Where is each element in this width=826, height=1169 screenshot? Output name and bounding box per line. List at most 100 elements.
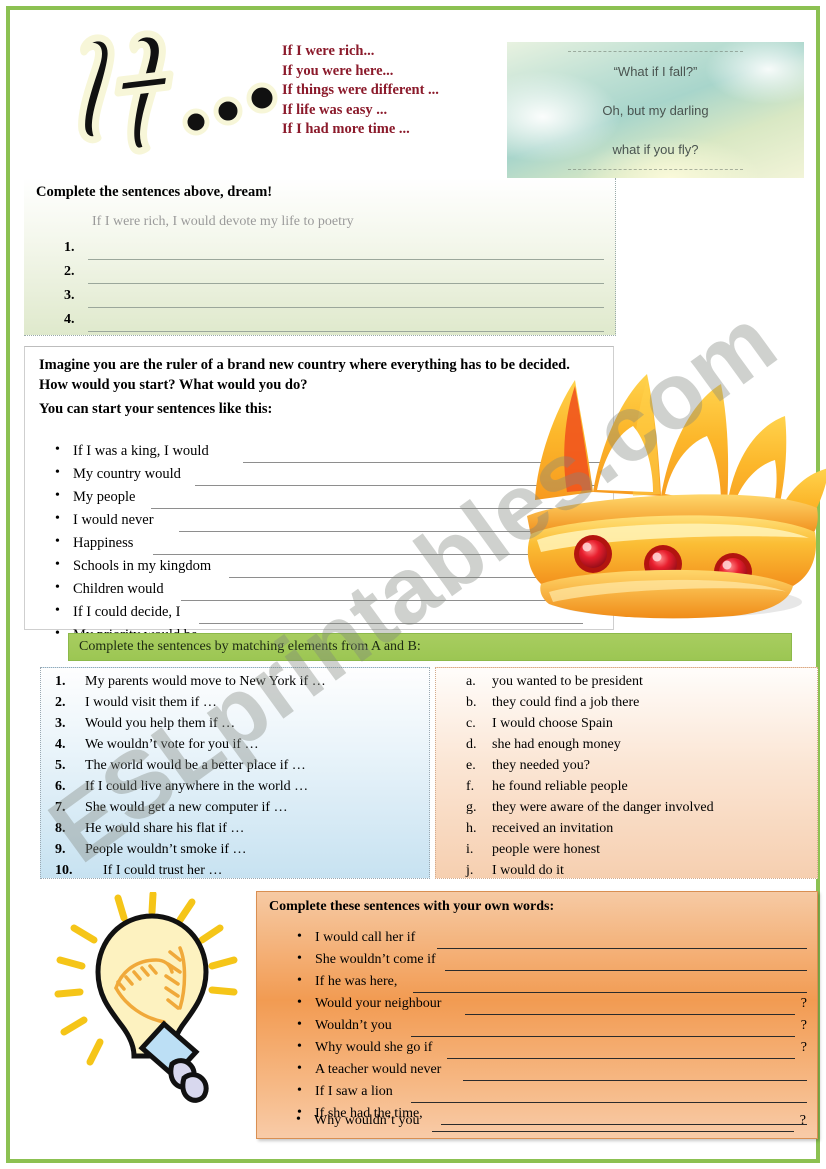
write-rule[interactable] (463, 1079, 807, 1081)
row-key: 4. (55, 737, 66, 752)
write-rule[interactable] (437, 947, 807, 949)
question-mark: ? (800, 1040, 807, 1055)
prompt-text: Schools in my kingdom (73, 558, 212, 574)
row-key: 7. (55, 800, 66, 815)
row-key: 2. (55, 695, 66, 710)
own-words-bullet[interactable]: Would your neighbour? (297, 995, 807, 1018)
sky-quote-image: “What if I fall?” Oh, but my darling wha… (507, 42, 804, 178)
write-rule[interactable] (432, 1130, 794, 1132)
write-rule[interactable] (411, 1101, 807, 1103)
quote-line-2: Oh, but my darling (602, 102, 709, 118)
prompt-text: She wouldn’t come if (315, 952, 436, 967)
section-complete-sentences: Complete the sentences above, dream! If … (24, 178, 616, 336)
line-number: 2. (64, 264, 75, 279)
lightbulb-illustration (52, 890, 252, 1107)
row-key: j. (466, 863, 474, 878)
prompt-text: Why wouldn’t you (314, 1113, 420, 1128)
if-prompt-3: If things were different ... (282, 82, 439, 99)
section-own-words: Complete these sentences with your own w… (256, 891, 818, 1139)
if-prompt-4: If life was easy ... (282, 101, 388, 118)
own-words-bullet[interactable]: Wouldn’t you? (297, 1017, 807, 1040)
prompt-text: I would never (73, 512, 154, 528)
row-text: He would share his flat if … (85, 821, 245, 836)
own-words-bullet[interactable]: If he was here, (297, 973, 807, 996)
section4-title: Complete these sentences with your own w… (269, 899, 555, 914)
row-key: 5. (55, 758, 66, 773)
row-key: b. (466, 695, 477, 710)
row-text: I would choose Spain (492, 716, 613, 731)
prompt-text: If I saw a lion (315, 1084, 393, 1099)
own-words-bullet[interactable]: She wouldn’t come if (297, 951, 807, 974)
quote-line-1: “What if I fall?” (613, 63, 698, 79)
row-text: We wouldn’t vote for you if … (85, 737, 259, 752)
row-text: she had enough money (492, 737, 621, 752)
matching-column-b: a. you wanted to be president b. they coul… (435, 667, 818, 879)
row-text: you wanted to be president (492, 674, 643, 689)
prompt-text: My people (73, 489, 136, 505)
own-words-bullet[interactable]: A teacher would never (297, 1061, 807, 1084)
section1-title: Complete the sentences above, dream! (36, 184, 273, 200)
question-mark: ? (800, 996, 807, 1011)
matching-column-a: 1. My parents would move to New York if …… (40, 667, 430, 879)
if-prompt-1: If I were rich... (282, 43, 375, 59)
write-rule[interactable] (88, 283, 604, 284)
row-key: i. (466, 842, 474, 857)
prompt-text: Why would she go if (315, 1040, 433, 1055)
row-text: he found reliable people (492, 779, 628, 794)
row-text: If I could trust her … (103, 863, 223, 878)
row-text: People wouldn’t smoke if … (85, 842, 247, 857)
row-text: they could find a job there (492, 695, 640, 710)
row-key: e. (466, 758, 476, 773)
row-text: they were aware of the danger involved (492, 800, 714, 815)
write-rule[interactable] (465, 1013, 795, 1015)
row-text: She would get a new computer if … (85, 800, 288, 815)
line-number: 4. (64, 312, 75, 327)
write-rule[interactable] (447, 1057, 795, 1059)
own-words-bullet[interactable]: Why wouldn’t you ? (296, 1112, 806, 1135)
prompt-text: I would call her if (315, 930, 416, 945)
prompt-text: Would your neighbour (315, 996, 442, 1011)
quote-divider-top (568, 50, 743, 52)
write-rule[interactable] (445, 969, 807, 971)
answer-line-2[interactable]: 2. (64, 264, 604, 286)
write-rule[interactable] (413, 991, 807, 993)
own-words-bullet[interactable]: If I saw a lion (297, 1083, 807, 1106)
row-key: a. (466, 674, 476, 689)
prompt-text: Wouldn’t you (315, 1018, 392, 1033)
if-prompt-2: If you were here... (282, 62, 394, 79)
answer-line-1[interactable]: 1. (64, 240, 604, 262)
answer-line-4[interactable]: 4. (64, 312, 604, 334)
if-prompt-5: If I had more time ... (282, 121, 410, 138)
prompt-text: Children would (73, 581, 164, 597)
own-words-bullet[interactable]: I would call her if (297, 929, 807, 952)
prompt-text: If I could decide, I (73, 604, 181, 620)
line-number: 3. (64, 288, 75, 303)
row-text: My parents would move to New York if … (85, 674, 326, 689)
row-key: f. (466, 779, 475, 794)
own-words-bullet[interactable]: Why would she go if? (297, 1039, 807, 1062)
row-key: 6. (55, 779, 66, 794)
question-mark: ? (800, 1018, 807, 1033)
row-key: 10. (55, 863, 73, 878)
row-key: h. (466, 821, 477, 836)
row-text: I would do it (492, 863, 564, 878)
write-rule[interactable] (88, 259, 604, 260)
row-text: people were honest (492, 842, 601, 857)
answer-line-3[interactable]: 3. (64, 288, 604, 310)
row-key: 3. (55, 716, 66, 731)
write-rule[interactable] (88, 307, 604, 308)
line-number: 1. (64, 240, 75, 255)
write-rule[interactable] (411, 1035, 795, 1037)
row-key: 1. (55, 674, 66, 689)
section2-start-label: You can start your sentences like this: (39, 401, 273, 417)
if-prompt-list: If I were rich... If you were here... If… (282, 42, 439, 140)
section1-example: If I were rich, I would devote my life t… (92, 214, 354, 229)
row-text: Would you help them if … (85, 716, 236, 731)
question-mark: ? (799, 1113, 806, 1128)
worksheet-header: If I were rich... If you were here... If… (10, 10, 816, 180)
row-key: 8. (55, 821, 66, 836)
row-text: they needed you? (492, 758, 590, 773)
prompt-text: A teacher would never (315, 1062, 442, 1077)
write-rule[interactable] (88, 331, 604, 332)
row-key: c. (466, 716, 476, 731)
